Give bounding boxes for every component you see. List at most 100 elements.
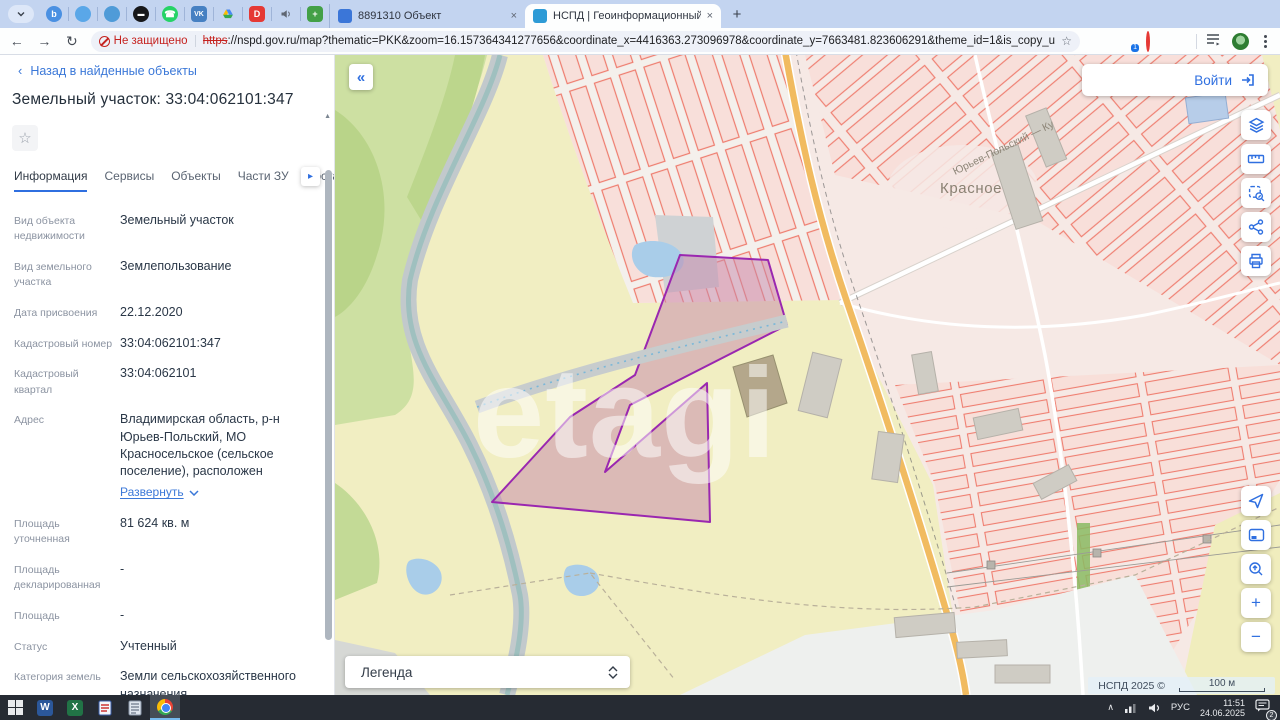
tab-separator bbox=[97, 7, 98, 21]
windows-taskbar: W X ∧ РУС 11:51 24.06.2025 2 bbox=[0, 695, 1280, 720]
tab-title: 8891310 Объект bbox=[358, 10, 505, 22]
forward-button[interactable]: → bbox=[34, 30, 56, 52]
tab-close-icon[interactable]: × bbox=[511, 10, 517, 22]
extension-badge: 1 bbox=[1131, 44, 1139, 52]
area-search-button[interactable] bbox=[1241, 178, 1271, 208]
location-arrow-icon bbox=[1248, 493, 1264, 509]
map-canvas[interactable]: etagi Красное Юрьев-Польский — Ку bbox=[335, 55, 1280, 695]
language-indicator[interactable]: РУС bbox=[1171, 702, 1190, 713]
minimap-button[interactable] bbox=[1241, 520, 1271, 550]
clock[interactable]: 11:51 24.06.2025 bbox=[1200, 698, 1245, 718]
collapse-panel-button[interactable]: « bbox=[349, 64, 373, 90]
pinned-tab-blue2-icon[interactable] bbox=[104, 6, 120, 22]
tabs-scroll-right-button[interactable]: ▸ bbox=[301, 167, 320, 186]
tab-separator bbox=[68, 7, 69, 21]
field-value: 33:04:062101:347 bbox=[114, 335, 308, 352]
tab-parts[interactable]: Части ЗУ bbox=[238, 169, 289, 192]
pinned-tab-vk-icon[interactable]: VK bbox=[191, 6, 207, 22]
zoom-out-button[interactable]: − bbox=[1241, 622, 1271, 652]
field-value: Учтенный bbox=[114, 638, 308, 655]
volume-icon[interactable] bbox=[1148, 702, 1161, 714]
field-value: Земли сельскохозяйственного назначения bbox=[114, 668, 308, 695]
field-label: Площадь bbox=[14, 607, 114, 624]
start-button[interactable] bbox=[0, 695, 30, 720]
favorite-star-button[interactable]: ☆ bbox=[12, 125, 38, 151]
field-value: - bbox=[114, 561, 308, 593]
profile-avatar[interactable] bbox=[1232, 33, 1249, 50]
field-label: Вид земельного участка bbox=[14, 258, 114, 290]
field-label: Категория земель bbox=[14, 668, 114, 695]
layers-button[interactable] bbox=[1241, 110, 1271, 140]
taskbar-chrome[interactable] bbox=[150, 695, 180, 720]
print-button[interactable] bbox=[1241, 246, 1271, 276]
field-label: Дата присвоения bbox=[14, 304, 114, 321]
taskbar-app-doc1[interactable] bbox=[90, 695, 120, 720]
pinned-tab-drive-icon[interactable] bbox=[220, 6, 236, 22]
url-scheme: https bbox=[203, 35, 228, 47]
tab-information[interactable]: Информация bbox=[14, 169, 87, 192]
address-bar[interactable]: Не защищено https://nspd.gov.ru/map?them… bbox=[91, 31, 1080, 52]
extension-o-icon[interactable] bbox=[1145, 33, 1161, 49]
pinned-tab-bitrix-icon[interactable]: b bbox=[46, 6, 62, 22]
back-chevron-icon: ‹ bbox=[18, 63, 22, 78]
share-button[interactable] bbox=[1241, 212, 1271, 242]
taskbar-excel[interactable]: X bbox=[60, 695, 90, 720]
area-search-icon bbox=[1248, 185, 1265, 202]
pinned-tab-dzen-icon[interactable]: D bbox=[249, 6, 265, 22]
scroll-up-icon[interactable]: ▲ bbox=[324, 113, 331, 120]
field-label: Статус bbox=[14, 638, 114, 655]
notification-center-button[interactable]: 2 bbox=[1255, 699, 1270, 717]
new-tab-button[interactable]: + bbox=[727, 4, 747, 24]
network-icon[interactable] bbox=[1124, 702, 1138, 714]
info-row: Кадастровый номер33:04:062101:347 bbox=[14, 335, 308, 352]
back-to-results-link[interactable]: ‹ Назад в найденные объекты bbox=[18, 63, 334, 78]
reading-list-icon[interactable] bbox=[1206, 33, 1222, 49]
tab-close-icon[interactable]: × bbox=[707, 10, 713, 22]
taskbar-app-doc2[interactable] bbox=[120, 695, 150, 720]
security-badge[interactable]: Не защищено bbox=[99, 35, 196, 47]
measure-button[interactable] bbox=[1241, 144, 1271, 174]
windows-logo-icon bbox=[8, 700, 23, 715]
tab-services[interactable]: Сервисы bbox=[104, 169, 154, 192]
time-label: 11:51 bbox=[1223, 698, 1245, 708]
pinned-tab-speaker-icon[interactable] bbox=[278, 6, 294, 22]
zoom-in-button[interactable]: + bbox=[1241, 588, 1271, 618]
taskbar-word[interactable]: W bbox=[30, 695, 60, 720]
extension-shield-icon[interactable] bbox=[1093, 33, 1109, 49]
pinned-tab-whatsapp-icon[interactable]: ☎ bbox=[162, 6, 178, 22]
pinned-tabs: b ▬ ☎ VK D + bbox=[40, 6, 329, 22]
panel-scrollbar[interactable] bbox=[325, 170, 332, 640]
legend-dropdown[interactable]: Легенда bbox=[345, 656, 630, 688]
tab-separator bbox=[184, 7, 185, 21]
tab-separator bbox=[300, 7, 301, 21]
tab-separator bbox=[155, 7, 156, 21]
tab-separator bbox=[271, 7, 272, 21]
browser-tab-other[interactable]: 8891310 Объект × bbox=[329, 4, 525, 28]
extension-puzzle-icon[interactable] bbox=[1171, 33, 1187, 49]
speaker-icon bbox=[280, 8, 292, 20]
bookmark-star-icon[interactable]: ☆ bbox=[1061, 34, 1072, 48]
browser-toolbar: ← → ↻ Не защищено https://nspd.gov.ru/ma… bbox=[0, 28, 1280, 55]
info-row: Площадь декларированная- bbox=[14, 561, 308, 593]
pinned-tab-incognito-icon[interactable]: ▬ bbox=[133, 6, 149, 22]
legend-label: Легенда bbox=[361, 665, 412, 680]
field-value: Землепользование bbox=[114, 258, 308, 290]
expand-address-link[interactable]: Развернуть bbox=[120, 484, 199, 501]
back-button[interactable]: ← bbox=[6, 30, 28, 52]
chevron-down-icon bbox=[16, 9, 26, 19]
scale-bar: 100 м bbox=[1179, 679, 1265, 692]
tab-objects[interactable]: Объекты bbox=[171, 169, 221, 192]
document-icon bbox=[97, 700, 113, 716]
coordinate-search-button[interactable] bbox=[1241, 554, 1271, 584]
browser-tab-active[interactable]: НСПД | Геоинформационный × bbox=[525, 4, 721, 28]
pinned-tab-green-plus-icon[interactable]: + bbox=[307, 6, 323, 22]
extension-adguard-icon[interactable]: 1 bbox=[1119, 33, 1135, 49]
tray-chevron-icon[interactable]: ∧ bbox=[1107, 702, 1114, 713]
browser-menu-icon[interactable] bbox=[1258, 33, 1272, 49]
refresh-button[interactable]: ↻ bbox=[61, 30, 83, 52]
pinned-tab-blue-icon[interactable] bbox=[75, 6, 91, 22]
field-label: Кадастровый квартал bbox=[14, 365, 114, 397]
login-button[interactable]: Войти bbox=[1082, 64, 1268, 96]
my-location-button[interactable] bbox=[1241, 486, 1271, 516]
tab-search-button[interactable] bbox=[8, 5, 34, 23]
